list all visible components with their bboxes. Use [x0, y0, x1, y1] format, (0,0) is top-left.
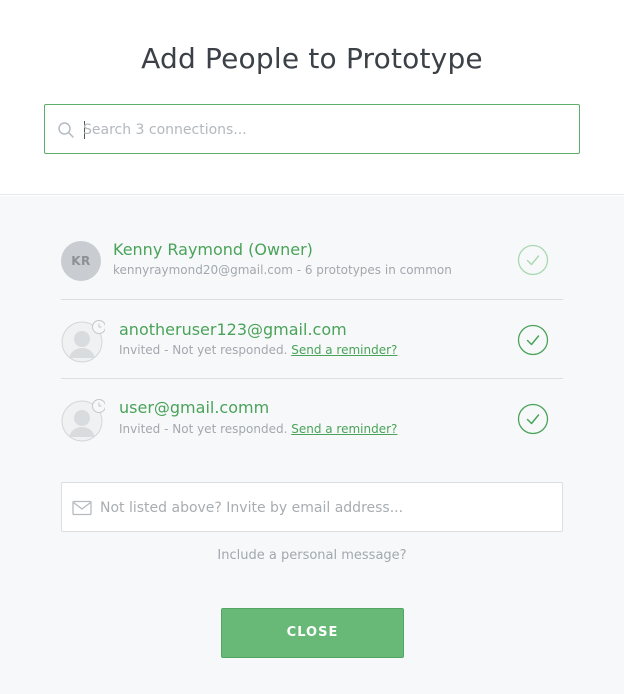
invite-email-input[interactable] [100, 496, 550, 520]
invite-email-box[interactable] [61, 482, 563, 532]
person-row-invited: anotheruser123@gmail.com Invited - Not y… [61, 300, 563, 379]
person-row-invited: user@gmail.comm Invited - Not yet respon… [61, 379, 563, 459]
envelope-icon [72, 500, 92, 516]
check-circle-icon[interactable] [517, 244, 549, 276]
status-text: Invited - Not yet responded. [119, 343, 288, 357]
dialog-header: Add People to Prototype [0, 0, 624, 195]
person-row-owner: KR Kenny Raymond (Owner) kennyraymond20@… [61, 226, 563, 300]
send-reminder-link[interactable]: Send a reminder? [291, 343, 397, 357]
personal-message-link[interactable]: Include a personal message? [0, 548, 624, 563]
pending-user-avatar-icon [61, 399, 105, 442]
check-circle-icon[interactable] [517, 324, 549, 356]
status-text: Invited - Not yet responded. [119, 422, 288, 436]
person-status: Invited - Not yet responded. Send a remi… [119, 422, 397, 436]
person-email: anotheruser123@gmail.com [119, 320, 347, 339]
person-email: user@gmail.comm [119, 398, 270, 417]
person-name: Kenny Raymond (Owner) [113, 240, 313, 259]
avatar-initials: KR [61, 241, 101, 281]
person-status: Invited - Not yet responded. Send a remi… [119, 343, 397, 357]
search-icon [58, 122, 74, 138]
search-box[interactable] [44, 104, 580, 154]
send-reminder-link[interactable]: Send a reminder? [291, 422, 397, 436]
check-circle-icon[interactable] [517, 403, 549, 435]
close-button[interactable]: CLOSE [221, 608, 404, 658]
search-input[interactable] [83, 118, 563, 142]
dialog-title: Add People to Prototype [141, 42, 483, 75]
pending-user-avatar-icon [61, 320, 105, 363]
person-details: kennyraymond20@gmail.com - 6 prototypes … [113, 263, 452, 277]
